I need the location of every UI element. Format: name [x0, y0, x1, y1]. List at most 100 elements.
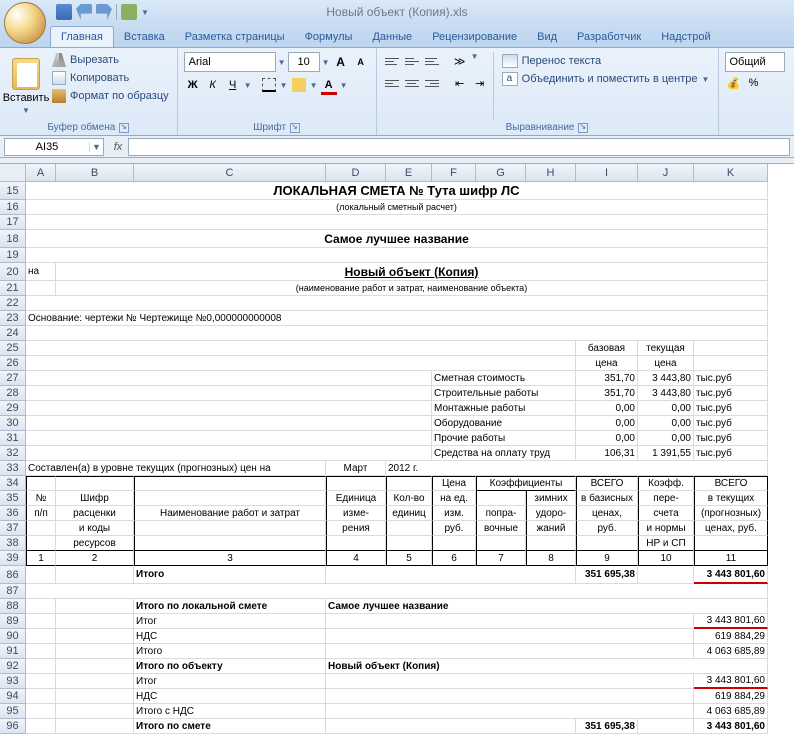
cell[interactable]: цена: [638, 356, 694, 371]
cell[interactable]: [386, 536, 432, 551]
row-header[interactable]: 37: [0, 521, 26, 536]
align-bottom-button[interactable]: [423, 52, 441, 70]
tab-developer[interactable]: Разработчик: [567, 27, 651, 47]
cell[interactable]: Итог: [134, 674, 326, 689]
row-header[interactable]: 31: [0, 431, 26, 446]
cell[interactable]: счета: [638, 506, 694, 521]
cell[interactable]: Новый объект (Копия): [56, 263, 768, 281]
cell[interactable]: Единица: [326, 491, 386, 506]
alignment-dialog-launcher[interactable]: [578, 123, 588, 133]
cell[interactable]: Кол-во: [386, 491, 432, 506]
cell[interactable]: цена: [576, 356, 638, 371]
row-header[interactable]: 36: [0, 506, 26, 521]
cell[interactable]: 3 443,80: [638, 371, 694, 386]
cell[interactable]: [694, 536, 768, 551]
cell[interactable]: 7: [476, 551, 526, 566]
cell[interactable]: [56, 674, 134, 689]
cell[interactable]: [26, 356, 576, 371]
save-icon[interactable]: [56, 4, 72, 20]
italic-button[interactable]: К: [204, 76, 222, 94]
cut-button[interactable]: Вырезать: [50, 52, 171, 68]
row-header[interactable]: 17: [0, 215, 26, 230]
row-header[interactable]: 22: [0, 296, 26, 311]
increase-indent-button[interactable]: ⇥: [471, 74, 489, 92]
name-box-wrap[interactable]: ▼: [4, 138, 104, 156]
office-button[interactable]: [4, 2, 46, 44]
cell[interactable]: на ед.: [432, 491, 476, 506]
cell[interactable]: №: [26, 491, 56, 506]
cell[interactable]: [56, 566, 134, 584]
cell[interactable]: Итого с НДС: [134, 704, 326, 719]
cell[interactable]: [26, 476, 56, 491]
number-format-combo[interactable]: Общий: [725, 52, 785, 72]
row-header[interactable]: 23: [0, 311, 26, 326]
row-header[interactable]: 38: [0, 536, 26, 551]
cell[interactable]: [56, 659, 134, 674]
cell[interactable]: Монтажные работы: [432, 401, 576, 416]
cell[interactable]: [26, 536, 56, 551]
merge-dropdown-icon[interactable]: ▼: [702, 75, 710, 84]
cell[interactable]: (локальный сметный расчет): [26, 200, 768, 215]
cell[interactable]: НДС: [134, 629, 326, 644]
bold-button[interactable]: Ж: [184, 76, 202, 94]
cell[interactable]: [134, 491, 326, 506]
merge-center-button[interactable]: Объединить и поместить в центре▼: [500, 70, 712, 88]
row-header[interactable]: 16: [0, 200, 26, 215]
row-header[interactable]: 92: [0, 659, 26, 674]
formula-input[interactable]: [128, 138, 790, 156]
row-header[interactable]: 27: [0, 371, 26, 386]
fx-icon[interactable]: fx: [108, 141, 128, 153]
grow-font-button[interactable]: А: [332, 53, 350, 71]
tab-formulas[interactable]: Формулы: [295, 27, 363, 47]
cell-title[interactable]: ЛОКАЛЬНАЯ СМЕТА № Тута шифр ЛС: [26, 182, 768, 200]
tab-addins[interactable]: Надстрой: [651, 27, 720, 47]
cell[interactable]: тыс.руб: [694, 446, 768, 461]
align-center-button[interactable]: [403, 74, 421, 92]
cell[interactable]: руб.: [432, 521, 476, 536]
accounting-format-button[interactable]: 💰: [725, 74, 743, 92]
cell[interactable]: в текущих: [694, 491, 768, 506]
cell[interactable]: [326, 689, 694, 704]
font-dialog-launcher[interactable]: [290, 123, 300, 133]
cell[interactable]: [26, 401, 432, 416]
cell[interactable]: [26, 584, 768, 599]
cell[interactable]: Шифр: [56, 491, 134, 506]
cell[interactable]: 0,00: [576, 416, 638, 431]
col-header-B[interactable]: B: [56, 164, 134, 182]
spreadsheet-grid[interactable]: A B C D E F G H I J K 15 ЛОКАЛЬНАЯ СМЕТА…: [0, 164, 794, 734]
orientation-button[interactable]: ≫: [451, 52, 469, 70]
copy-button[interactable]: Копировать: [50, 70, 171, 86]
cell[interactable]: пере-: [638, 491, 694, 506]
row-header[interactable]: 20: [0, 263, 26, 281]
col-header-G[interactable]: G: [476, 164, 526, 182]
cell[interactable]: 10: [638, 551, 694, 566]
col-header-J[interactable]: J: [638, 164, 694, 182]
row-header[interactable]: 96: [0, 719, 26, 734]
cell[interactable]: [56, 476, 134, 491]
cell[interactable]: Самое лучшее название: [26, 230, 768, 248]
orientation-dropdown-icon[interactable]: ▼: [471, 52, 479, 70]
cell[interactable]: 0,00: [576, 401, 638, 416]
cell[interactable]: в базисных: [576, 491, 638, 506]
cell[interactable]: 0,00: [638, 431, 694, 446]
cell[interactable]: [694, 341, 768, 356]
cell[interactable]: [326, 674, 694, 689]
cell[interactable]: [26, 674, 56, 689]
cell[interactable]: расценки: [56, 506, 134, 521]
cell[interactable]: [476, 491, 526, 506]
cell[interactable]: 1 391,55: [638, 446, 694, 461]
cell[interactable]: Прочие работы: [432, 431, 576, 446]
cell[interactable]: Коэффициенты: [476, 476, 576, 491]
tab-page-layout[interactable]: Разметка страницы: [175, 27, 295, 47]
cell[interactable]: 11: [694, 551, 768, 566]
font-name-combo[interactable]: Arial: [184, 52, 276, 72]
paste-dropdown-icon[interactable]: ▼: [22, 106, 30, 115]
cell[interactable]: [134, 476, 326, 491]
align-middle-button[interactable]: [403, 52, 421, 70]
cell[interactable]: [26, 248, 768, 263]
cell[interactable]: [638, 566, 694, 584]
col-header-C[interactable]: C: [134, 164, 326, 182]
cell[interactable]: Оборудование: [432, 416, 576, 431]
font-color-dropdown-icon[interactable]: ▼: [340, 81, 348, 90]
cell[interactable]: Основание: чертежи № Чертежище №0,000000…: [26, 311, 768, 326]
